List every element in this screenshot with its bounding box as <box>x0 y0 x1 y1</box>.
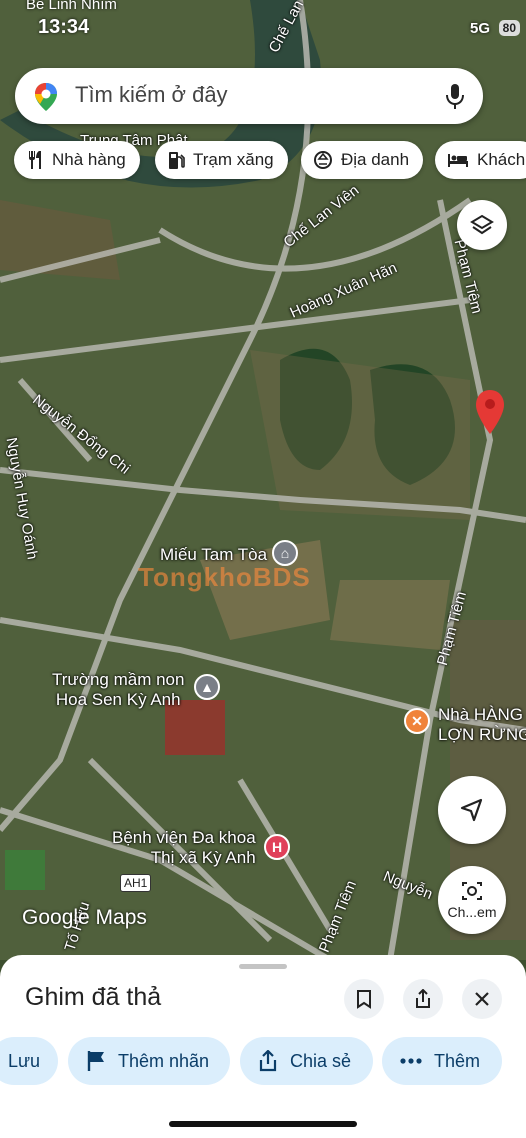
poi-label-school[interactable]: Trường mầm non Hoa Sen Kỳ Anh <box>52 670 184 710</box>
chip-restaurants[interactable]: Nhà hàng <box>14 141 140 179</box>
my-location-button[interactable] <box>438 776 506 844</box>
chip-landmarks[interactable]: Địa danh <box>301 141 424 179</box>
layers-icon <box>470 214 494 235</box>
status-place-label: Bể Linh Nhìm <box>26 0 117 13</box>
more-action-button[interactable]: Thêm <box>382 1037 502 1085</box>
google-maps-logo: Google Maps <box>22 906 147 929</box>
poi-label-temple[interactable]: Miếu Tam Tòa <box>160 545 267 565</box>
bookmark-icon <box>357 990 371 1009</box>
restaurant-icon[interactable]: ✕ <box>404 708 430 734</box>
battery-indicator: 80 <box>498 20 520 36</box>
camera-search-icon <box>462 882 482 900</box>
watermark: TongkhoBDS <box>138 562 311 592</box>
home-indicator[interactable] <box>169 1121 357 1127</box>
action-label: Thêm nhãn <box>118 1050 210 1071</box>
gas-pump-icon <box>167 150 185 170</box>
action-label: Chia sẻ <box>290 1050 352 1071</box>
share-button[interactable] <box>403 979 443 1019</box>
share-action-button[interactable]: Chia sẻ <box>240 1037 373 1085</box>
chip-label: Nhà hàng <box>52 150 126 169</box>
microphone-icon[interactable] <box>445 82 465 110</box>
fork-knife-icon <box>26 150 44 170</box>
more-dots-icon <box>400 1058 422 1064</box>
route-badge: AH1 <box>120 874 152 892</box>
action-label: Thêm <box>434 1050 481 1071</box>
category-chips: Nhà hàng Trạm xăng Địa danh Khách <box>14 141 526 181</box>
drag-handle[interactable] <box>239 964 287 969</box>
chip-hotels[interactable]: Khách <box>435 141 526 179</box>
status-time: 13:34 <box>38 16 90 38</box>
close-button[interactable] <box>462 979 502 1019</box>
action-label: Lưu <box>8 1050 41 1071</box>
chip-gas-stations[interactable]: Trạm xăng <box>155 141 288 179</box>
flag-icon <box>86 1050 106 1072</box>
poi-label-hospital[interactable]: Bệnh viện Đa khoa Thị xã Kỳ Anh <box>112 828 256 868</box>
save-bookmark-button[interactable] <box>344 979 384 1019</box>
lens-button[interactable]: Ch...em <box>438 866 506 934</box>
share-icon <box>258 1050 278 1072</box>
save-action-button[interactable]: Lưu <box>0 1037 58 1085</box>
network-indicator: 5G <box>469 20 490 37</box>
add-label-button[interactable]: Thêm nhãn <box>68 1037 230 1085</box>
search-input[interactable]: Tìm kiếm ở đây <box>75 82 228 108</box>
share-icon <box>416 989 430 1008</box>
google-maps-pin-icon <box>35 83 57 111</box>
sheet-title: Ghim đã thả <box>25 983 162 1011</box>
dropped-pin-sheet: Ghim đã thả Lưu Thêm nhãn Chia sẻ Thêm <box>0 955 526 1138</box>
poi-label-restaurant[interactable]: Nhà HÀNG LỢN RỪNG <box>438 705 526 745</box>
chip-label: Khách <box>477 150 526 169</box>
hospital-icon[interactable]: H <box>264 834 290 860</box>
temple-icon[interactable]: ⌂ <box>272 540 298 566</box>
landmark-icon <box>313 150 333 170</box>
status-bar: Bể Linh Nhìm 13:34 5G 80 <box>0 0 526 44</box>
layers-button[interactable] <box>457 200 507 250</box>
lens-label: Ch...em <box>447 904 497 920</box>
dropped-pin-icon[interactable] <box>474 388 506 436</box>
school-icon[interactable]: ▲ <box>194 674 220 700</box>
navigation-arrow-icon <box>460 798 483 822</box>
chip-label: Trạm xăng <box>193 150 274 169</box>
close-icon <box>475 992 489 1006</box>
bed-icon <box>447 152 469 168</box>
search-bar[interactable]: Tìm kiếm ở đây <box>15 68 483 124</box>
chip-label: Địa danh <box>341 150 410 169</box>
